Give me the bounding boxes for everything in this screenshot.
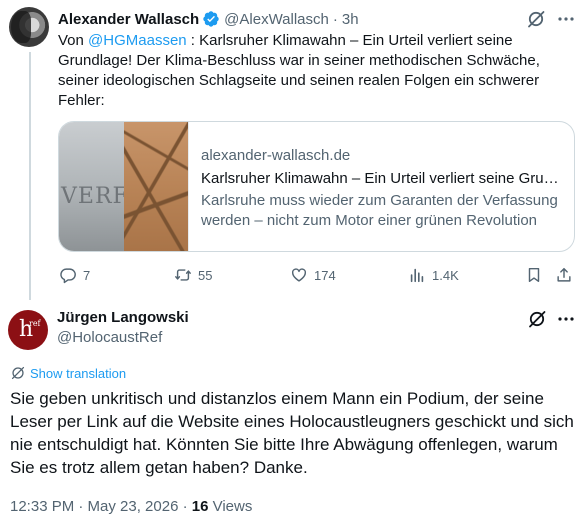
like-count: 174 [314, 267, 336, 283]
reply-button[interactable]: 7 [59, 266, 90, 284]
repost-icon [175, 269, 191, 281]
author-handle[interactable]: @AlexWallasch [224, 11, 329, 28]
views-label: Views [208, 498, 253, 515]
thread-connector-line [29, 52, 31, 300]
reply-text: Sie geben unkritisch und distanzlos eine… [10, 389, 574, 477]
author-name[interactable]: Alexander Wallasch [58, 11, 199, 28]
repost-count: 55 [198, 267, 213, 283]
card-image-stone: VERFAS [59, 122, 159, 251]
separator-dot: · [332, 10, 338, 28]
card-domain: alexander-wallasch.de [201, 147, 351, 164]
reply-count: 7 [83, 267, 91, 283]
avatar-superscript: ref [29, 319, 41, 328]
show-translation-label: Show translation [30, 365, 127, 381]
views-button[interactable]: 1.4K [408, 266, 459, 284]
translate-icon [11, 366, 25, 380]
card-image: VERFAS [59, 122, 189, 251]
tweet-time[interactable]: 3h [342, 11, 359, 28]
card-image-dry-earth [124, 122, 188, 251]
verified-badge-icon [203, 11, 219, 27]
card-description: Karlsruhe muss wieder zum Garanten der V… [201, 192, 558, 229]
bookmark-button[interactable] [525, 266, 543, 284]
mention-link[interactable]: @HGMaassen [88, 32, 187, 49]
views-number: 16 [191, 498, 209, 515]
share-icon [557, 267, 571, 282]
tweet-header: Alexander Wallasch @AlexWallasch · 3h [58, 9, 359, 29]
reply-icon [60, 268, 76, 284]
show-translation-link[interactable]: Show translation [10, 365, 126, 381]
share-button[interactable] [555, 266, 573, 284]
author-handle[interactable]: @HolocaustRef [57, 329, 162, 346]
repost-button[interactable]: 55 [174, 266, 212, 284]
views-icon [410, 268, 424, 283]
tweet-timestamp[interactable]: 12:33 PM · May 23, 2026 · [10, 498, 192, 515]
grok-icon[interactable] [527, 309, 547, 329]
tweet-text-prefix: Von [58, 32, 89, 49]
views-count: 1.4K [432, 267, 459, 283]
tweet-meta: 12:33 PM · May 23, 2026 · 16 Views [10, 498, 252, 515]
author-name[interactable]: Jürgen Langowski [57, 309, 189, 326]
bookmark-icon [528, 267, 540, 283]
like-icon [291, 268, 307, 282]
card-body: alexander-wallasch.de Karlsruher Klimawa… [189, 122, 574, 251]
link-preview-card[interactable]: VERFAS alexander-wallasch.de Karlsruher … [58, 121, 575, 252]
card-title: Karlsruher Klimawahn – Ein Urteil verlie… [201, 170, 563, 187]
tweet-text: Von @HGMaassen : Karlsruher Klimawahn – … [58, 31, 578, 111]
avatar[interactable] [9, 7, 49, 47]
like-button[interactable]: 174 [290, 266, 336, 284]
more-icon[interactable] [556, 9, 576, 29]
avatar[interactable]: h ref [8, 310, 48, 350]
more-icon[interactable] [556, 309, 576, 329]
grok-icon[interactable] [526, 9, 546, 29]
